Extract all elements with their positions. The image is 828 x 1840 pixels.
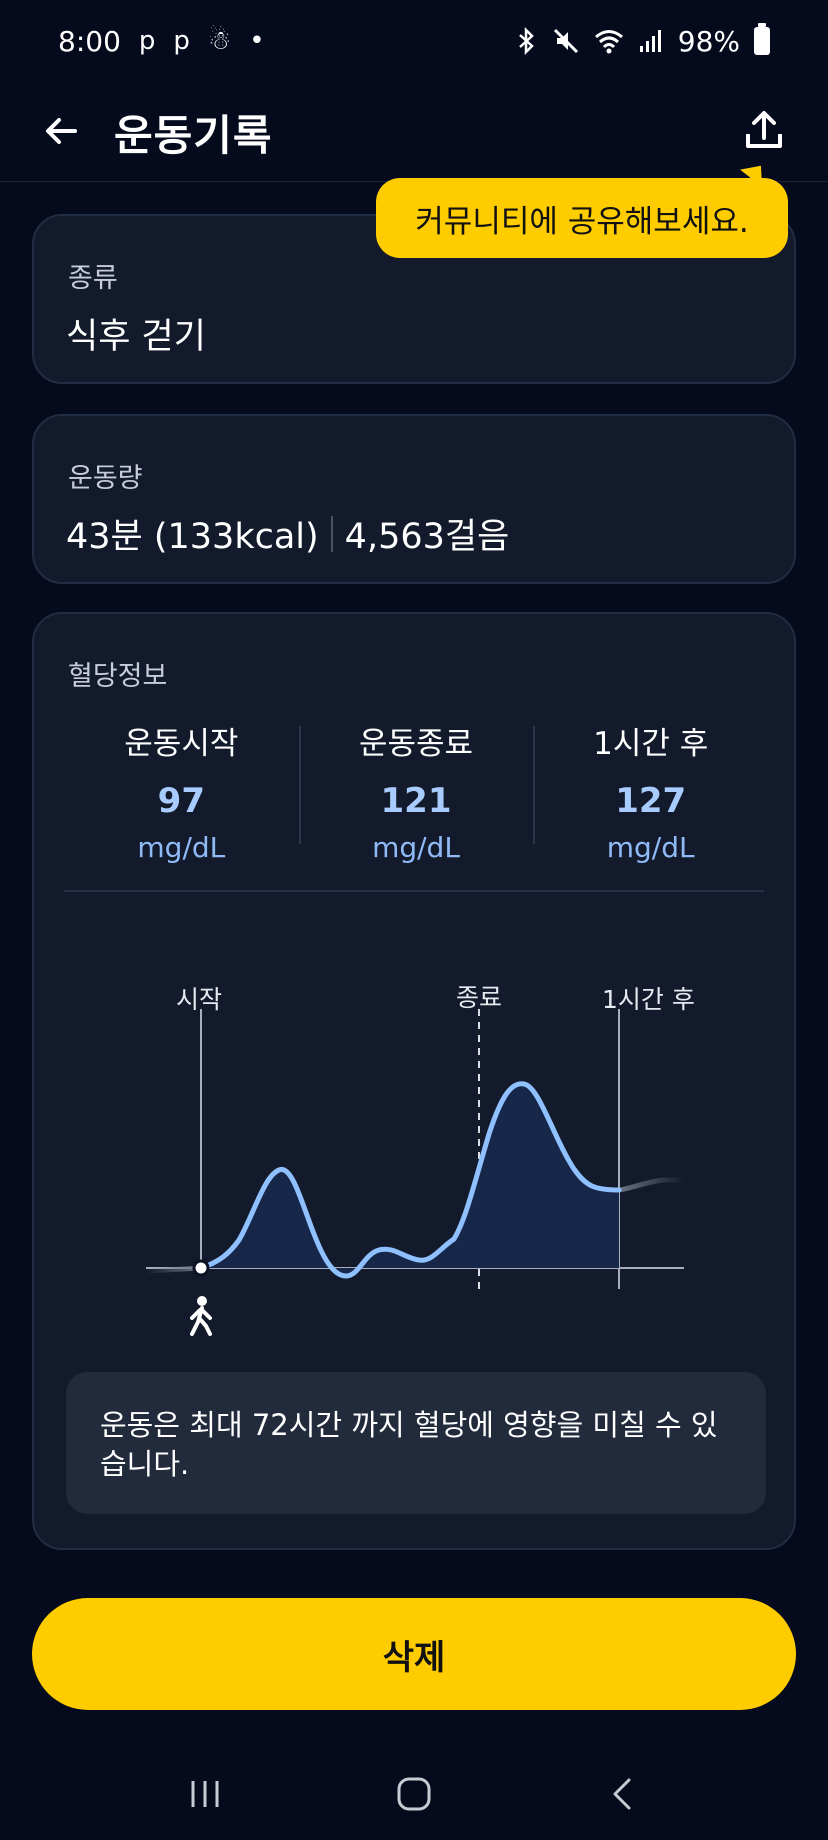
stat-unit: mg/dL [606, 831, 695, 864]
steps-value: 4,563걸음 [344, 517, 510, 557]
back-nav-button[interactable] [583, 1754, 663, 1834]
page-title: 운동기록 [114, 111, 273, 160]
stat-end: 운동종료 121 mg/dL [298, 718, 534, 864]
type-value: 식후 걷기 [66, 317, 206, 357]
bluetooth-icon [518, 27, 534, 55]
section-divider [64, 890, 764, 892]
system-nav-bar [0, 1748, 828, 1840]
recent-apps-button[interactable] [165, 1754, 245, 1834]
signal-icon [639, 30, 661, 52]
exercise-notice: 운동은 최대 72시간 까지 혈당에 영향을 미칠 수 있습니다. [66, 1372, 766, 1514]
share-tooltip[interactable]: 커뮤니티에 공유해보세요. [376, 178, 788, 258]
end-marker-label: 종료 [456, 983, 502, 1012]
battery-percent: 98% [677, 24, 740, 58]
stat-value: 97 [157, 781, 205, 821]
stat-unit: mg/dL [372, 831, 460, 864]
glucose-curve-chart: 시작 종료 1시간 후 [145, 983, 695, 1336]
stat-label: 운동시작 [124, 726, 239, 762]
notification-p-icon: p [173, 26, 190, 56]
amount-label: 운동량 [68, 463, 143, 494]
battery-icon [754, 23, 770, 55]
glucose-stats: 운동시작 97 mg/dL 운동종료 121 mg/dL 1시간 후 127 m… [64, 718, 768, 864]
status-bar: 8:00 p p ☃ • 98% [0, 0, 828, 82]
stat-label: 운동종료 [358, 726, 474, 762]
stat-after-1h: 1시간 후 127 mg/dL [533, 718, 768, 864]
duration-value: 43분 (133kcal) [66, 517, 319, 557]
home-button[interactable] [374, 1754, 454, 1834]
walking-person-icon [190, 1296, 212, 1336]
stat-label: 1시간 후 [593, 726, 709, 762]
wifi-icon [594, 30, 623, 54]
status-right: 98% [516, 23, 770, 58]
notification-dot-icon: • [249, 26, 265, 56]
after-marker-label: 1시간 후 [602, 985, 695, 1014]
glucose-label: 혈당정보 [68, 661, 168, 692]
start-marker-label: 시작 [176, 985, 222, 1014]
stat-value: 121 [380, 781, 452, 821]
notification-p-icon: p [138, 26, 156, 56]
app-bar: 운동기록 [0, 82, 828, 182]
stat-start: 운동시작 97 mg/dL [64, 718, 299, 864]
start-point [192, 1259, 210, 1277]
curve-tail-right [618, 1177, 684, 1193]
mute-icon [553, 28, 578, 54]
glucose-info-card: 혈당정보 운동시작 97 mg/dL 운동종료 121 mg/dL 1시간 후 … [32, 612, 796, 1550]
status-left: 8:00 p p ☃ • [58, 25, 265, 58]
arrow-left-icon [46, 118, 77, 144]
back-button[interactable] [36, 106, 86, 156]
stat-unit: mg/dL [137, 831, 226, 864]
exercise-amount-card: 운동량 43분 (133kcal) 4,563걸음 [32, 414, 796, 584]
home-icon [397, 1777, 431, 1811]
recent-apps-icon [191, 1781, 219, 1807]
stat-value: 127 [615, 781, 687, 821]
share-upload-icon [746, 111, 782, 148]
share-button[interactable] [738, 104, 790, 156]
notification-app-icon: ☃ [207, 26, 232, 56]
curve-fill [201, 1083, 619, 1276]
value-divider [330, 515, 333, 552]
type-label: 종류 [68, 263, 118, 294]
amount-value: 43분 (133kcal) 4,563걸음 [66, 508, 509, 559]
chevron-left-icon [613, 1778, 631, 1810]
status-time: 8:00 [58, 24, 121, 58]
delete-button[interactable]: 삭제 [32, 1598, 796, 1710]
